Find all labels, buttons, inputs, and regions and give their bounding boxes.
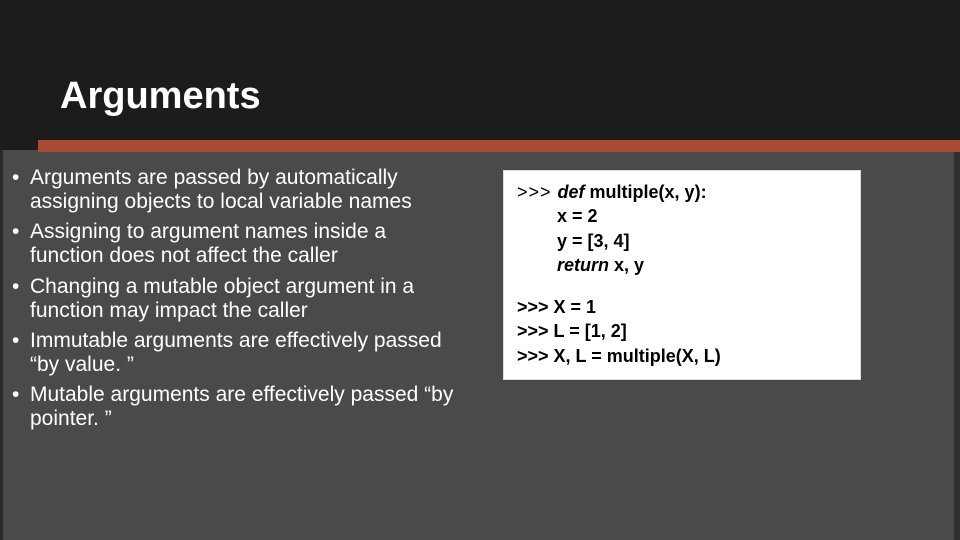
bullet-text: Assigning to argument names inside a fun…: [30, 220, 386, 267]
code-prompt: >>>: [517, 182, 558, 202]
bullet-item: Arguments are passed by automatically as…: [8, 166, 463, 214]
code-text: >>> X, L = multiple(X, L): [517, 346, 721, 366]
code-sample: >>> def multiple(x, y): x = 2 y = [3, 4]…: [503, 170, 861, 380]
bullet-list: Arguments are passed by automatically as…: [8, 166, 463, 437]
bullet-item: Assigning to argument names inside a fun…: [8, 220, 463, 268]
bullet-item: Immutable arguments are effectively pass…: [8, 329, 463, 377]
content-row: Arguments are passed by automatically as…: [8, 166, 940, 437]
slide-title: Arguments: [60, 75, 261, 118]
accent-bar: [38, 140, 960, 152]
code-text: >>> L = [1, 2]: [517, 321, 627, 341]
code-keyword-def: def: [558, 182, 585, 202]
right-edge: [954, 152, 960, 540]
bullet-text: Immutable arguments are effectively pass…: [30, 329, 442, 376]
code-text: y = [3, 4]: [517, 231, 630, 251]
code-text: multiple(x, y):: [585, 182, 707, 202]
code-text: >>> X = 1: [517, 297, 596, 317]
bullet-text: Arguments are passed by automatically as…: [30, 166, 412, 213]
bullet-text: Mutable arguments are effectively passed…: [30, 383, 453, 430]
code-text: x = 2: [517, 206, 598, 226]
bullet-text: Changing a mutable object argument in a …: [30, 275, 414, 322]
bullet-item: Mutable arguments are effectively passed…: [8, 383, 463, 431]
slide: Arguments Arguments are passed by automa…: [0, 0, 960, 540]
code-keyword-return: return: [517, 255, 609, 275]
code-text: x, y: [609, 255, 644, 275]
bullet-item: Changing a mutable object argument in a …: [8, 275, 463, 323]
code-blank-line: [517, 277, 847, 295]
